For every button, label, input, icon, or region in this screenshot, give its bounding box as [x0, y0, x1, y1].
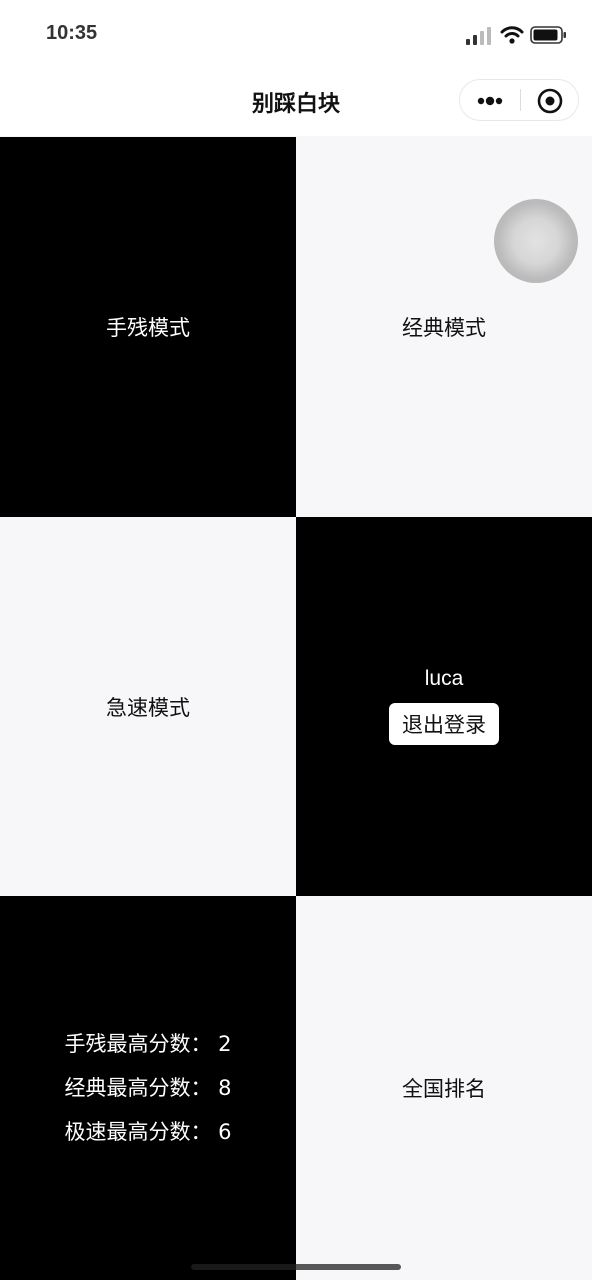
battery-icon [530, 26, 566, 44]
handicap-mode-label: 手残模式 [106, 316, 190, 340]
more-button[interactable] [460, 80, 520, 120]
wifi-icon [500, 26, 524, 44]
mini-program-capsule [459, 79, 579, 121]
speed-mode-label: 急速模式 [106, 695, 190, 720]
speed-best-score: 极速最高分数： 6 [64, 1120, 232, 1144]
logout-button[interactable]: 退出登录 [389, 702, 499, 745]
national-ranking-tile[interactable]: 全国排名 [296, 896, 592, 1280]
classic-mode-tile[interactable]: 经典模式 [296, 137, 592, 517]
classic-mode-label: 经典模式 [402, 316, 486, 340]
nav-bar: 别踩白块 [0, 72, 592, 136]
status-bar: 10:35 [0, 0, 592, 72]
close-mini-program-icon [537, 88, 563, 114]
best-scores-tile: 手残最高分数： 2 经典最高分数： 8 极速最高分数： 6 [0, 896, 296, 1280]
handicap-best-score: 手残最高分数： 2 [64, 1032, 232, 1056]
status-time: 10:35 [46, 22, 98, 44]
close-mini-program-button[interactable] [521, 80, 579, 120]
more-icon [477, 96, 503, 106]
handicap-mode-tile[interactable]: 手残模式 [0, 137, 296, 517]
username: luca [424, 666, 464, 690]
app-screen: 10:35 别踩白块 手残模式 经典模式 急速模式 luca 退出登录 手残最高… [0, 0, 592, 1280]
account-tile: luca 退出登录 [296, 517, 592, 896]
classic-best-score: 经典最高分数： 8 [64, 1076, 232, 1100]
national-ranking-label: 全国排名 [402, 1077, 486, 1101]
signal-icon [466, 27, 491, 45]
speed-mode-tile[interactable]: 急速模式 [0, 517, 296, 896]
home-indicator [191, 1264, 401, 1270]
floating-assistive-ball[interactable] [494, 199, 578, 283]
